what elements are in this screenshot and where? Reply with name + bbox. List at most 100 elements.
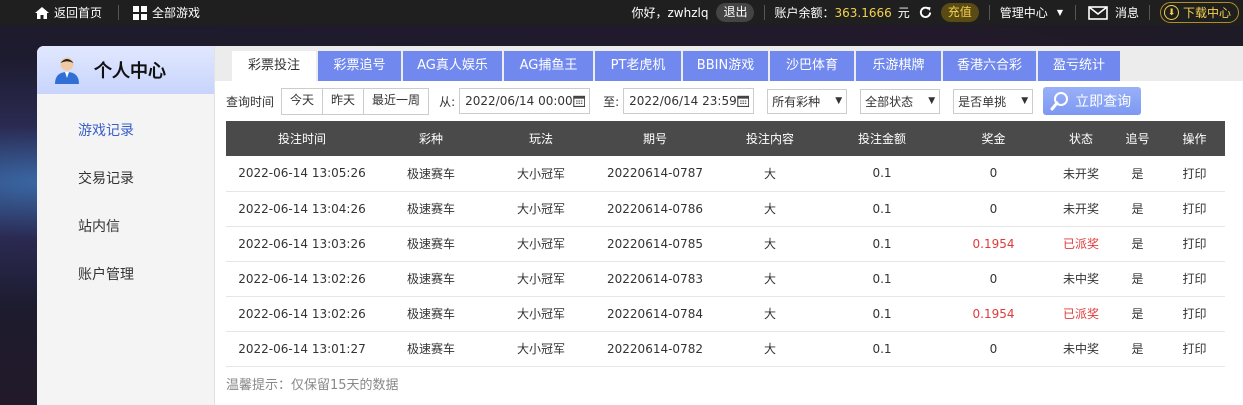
sidebar-item-account-management[interactable]: 账户管理 — [37, 251, 214, 299]
cell-prize: 0 — [936, 331, 1051, 367]
cell-content: 大 — [712, 156, 828, 192]
cell-amount: 0.1 — [828, 296, 936, 332]
calendar-icon[interactable] — [572, 93, 585, 109]
download-label: 下载中心 — [1182, 6, 1231, 20]
cell-lottery: 极速赛车 — [378, 191, 484, 227]
cell-issue: 20220614-0784 — [598, 296, 712, 332]
cell-play: 大小冠军 — [484, 261, 598, 297]
cell-amount: 0.1 — [828, 261, 936, 297]
cell-bet-time: 2022-06-14 13:02:26 — [226, 261, 378, 297]
cell-chase: 是 — [1111, 226, 1164, 262]
chevron-down-icon[interactable]: ▼ — [1057, 8, 1063, 17]
today-button[interactable]: 今天 — [282, 89, 322, 114]
col-status: 状态 — [1051, 121, 1111, 156]
tab-profit-loss[interactable]: 盈亏统计 — [1038, 51, 1120, 81]
table-row: 2022-06-14 13:04:26 极速赛车 大小冠军 20220614-0… — [226, 191, 1225, 227]
sidebar-item-inbox[interactable]: 站内信 — [37, 203, 214, 251]
cell-play: 大小冠军 — [484, 331, 598, 367]
tab-bar: 彩票投注 彩票追号 AG真人娱乐 AG捕鱼王 PT老虎机 BBIN游戏 沙巴体育… — [215, 46, 1243, 81]
cell-issue: 20220614-0786 — [598, 191, 712, 227]
cell-status: 未中奖 — [1051, 261, 1111, 297]
cell-play: 大小冠军 — [484, 191, 598, 227]
balance-unit: 元 — [897, 6, 910, 20]
cell-bet-time: 2022-06-14 13:03:26 — [226, 226, 378, 262]
chevron-down-icon: ▼ — [1021, 96, 1029, 106]
tab-hk-mark-six[interactable]: 香港六合彩 — [943, 51, 1036, 81]
cell-play: 大小冠军 — [484, 156, 598, 192]
messages-link[interactable]: 消息 — [1115, 4, 1139, 21]
cell-bet-time: 2022-06-14 13:01:27 — [226, 331, 378, 367]
to-date-input[interactable]: 2022/06/14 23:59 — [623, 88, 755, 114]
sidebar: 个人中心 游戏记录 交易记录 站内信 账户管理 — [37, 46, 215, 405]
tab-saba-sports[interactable]: 沙巴体育 — [770, 51, 854, 81]
sidebar-title: 个人中心 — [94, 61, 166, 82]
bet-records-table: 投注时间 彩种 玩法 期号 投注内容 投注金额 奖金 状态 追号 操作 2022… — [226, 121, 1225, 367]
cell-issue: 20220614-0782 — [598, 331, 712, 367]
col-content: 投注内容 — [712, 121, 828, 156]
print-link[interactable]: 打印 — [1164, 156, 1225, 192]
cell-prize: 0.1954 — [936, 226, 1051, 262]
single-pick-select[interactable]: 是否单挑 ▼ — [953, 88, 1034, 114]
print-link[interactable]: 打印 — [1164, 331, 1225, 367]
cell-play: 大小冠军 — [484, 296, 598, 332]
balance-label: 账户余额： — [774, 6, 835, 20]
calendar-icon[interactable] — [736, 93, 749, 109]
chevron-down-icon: ▼ — [928, 96, 936, 106]
from-date-input[interactable]: 2022/06/14 00:00 — [459, 88, 591, 114]
cell-amount: 0.1 — [828, 191, 936, 227]
tab-ag-live[interactable]: AG真人娱乐 — [403, 51, 502, 81]
tab-leyou-chess[interactable]: 乐游棋牌 — [856, 51, 941, 81]
tab-lottery-chase[interactable]: 彩票追号 — [318, 51, 401, 81]
table-row: 2022-06-14 13:05:26 极速赛车 大小冠军 20220614-0… — [226, 156, 1225, 192]
cell-status: 已派奖 — [1051, 226, 1111, 262]
print-link[interactable]: 打印 — [1164, 296, 1225, 332]
all-games-link[interactable]: 全部游戏 — [119, 0, 210, 25]
search-icon — [1050, 92, 1069, 111]
cell-status: 已派奖 — [1051, 296, 1111, 332]
last-week-button[interactable]: 最近一周 — [363, 88, 428, 114]
lottery-type-select[interactable]: 所有彩种 ▼ — [767, 88, 848, 114]
logout-button[interactable]: 退出 — [716, 3, 755, 22]
sidebar-item-game-records[interactable]: 游戏记录 — [37, 107, 214, 155]
refresh-icon[interactable] — [918, 5, 933, 20]
cell-bet-time: 2022-06-14 13:05:26 — [226, 156, 378, 192]
user-avatar-icon — [55, 57, 79, 84]
cell-status: 未中奖 — [1051, 331, 1111, 367]
cell-chase: 是 — [1111, 156, 1164, 192]
cell-lottery: 极速赛车 — [378, 156, 484, 192]
download-center-button[interactable]: ⬇ 下载中心 — [1159, 2, 1239, 23]
cell-status: 未开奖 — [1051, 156, 1111, 192]
yesterday-button[interactable]: 昨天 — [322, 88, 363, 114]
tab-ag-fishing[interactable]: AG捕鱼王 — [504, 51, 593, 81]
tab-lottery-bets[interactable]: 彩票投注 — [232, 51, 316, 81]
status-select[interactable]: 全部状态 ▼ — [860, 88, 941, 114]
cell-content: 大 — [712, 261, 828, 297]
cell-chase: 是 — [1111, 296, 1164, 332]
cell-prize: 0 — [936, 156, 1051, 192]
cell-issue: 20220614-0785 — [598, 226, 712, 262]
from-date-value: 2022/06/14 00:00 — [465, 94, 573, 108]
tab-bbin-games[interactable]: BBIN游戏 — [683, 51, 768, 81]
cell-issue: 20220614-0787 — [598, 156, 712, 192]
col-lottery: 彩种 — [378, 121, 484, 156]
cell-content: 大 — [712, 226, 828, 262]
divider — [1074, 5, 1076, 20]
print-link[interactable]: 打印 — [1164, 226, 1225, 262]
print-link[interactable]: 打印 — [1164, 191, 1225, 227]
cell-content: 大 — [712, 191, 828, 227]
col-action: 操作 — [1164, 121, 1225, 156]
lottery-type-value: 所有彩种 — [772, 94, 821, 109]
to-date-value: 2022/06/14 23:59 — [629, 94, 737, 108]
cell-prize: 0 — [936, 191, 1051, 227]
tab-pt-slots[interactable]: PT老虎机 — [595, 51, 681, 81]
single-pick-value: 是否单挑 — [958, 94, 1007, 109]
manage-center-menu[interactable]: 管理中心 — [1000, 4, 1048, 21]
sidebar-item-transaction-records[interactable]: 交易记录 — [37, 155, 214, 203]
home-link[interactable]: 返回首页 — [0, 0, 112, 25]
mail-icon[interactable] — [1088, 5, 1108, 20]
search-button[interactable]: 立即查询 — [1043, 87, 1142, 115]
print-link[interactable]: 打印 — [1164, 261, 1225, 297]
col-amount: 投注金额 — [828, 121, 936, 156]
recharge-button[interactable]: 充值 — [940, 3, 979, 22]
download-icon: ⬇ — [1163, 5, 1179, 20]
